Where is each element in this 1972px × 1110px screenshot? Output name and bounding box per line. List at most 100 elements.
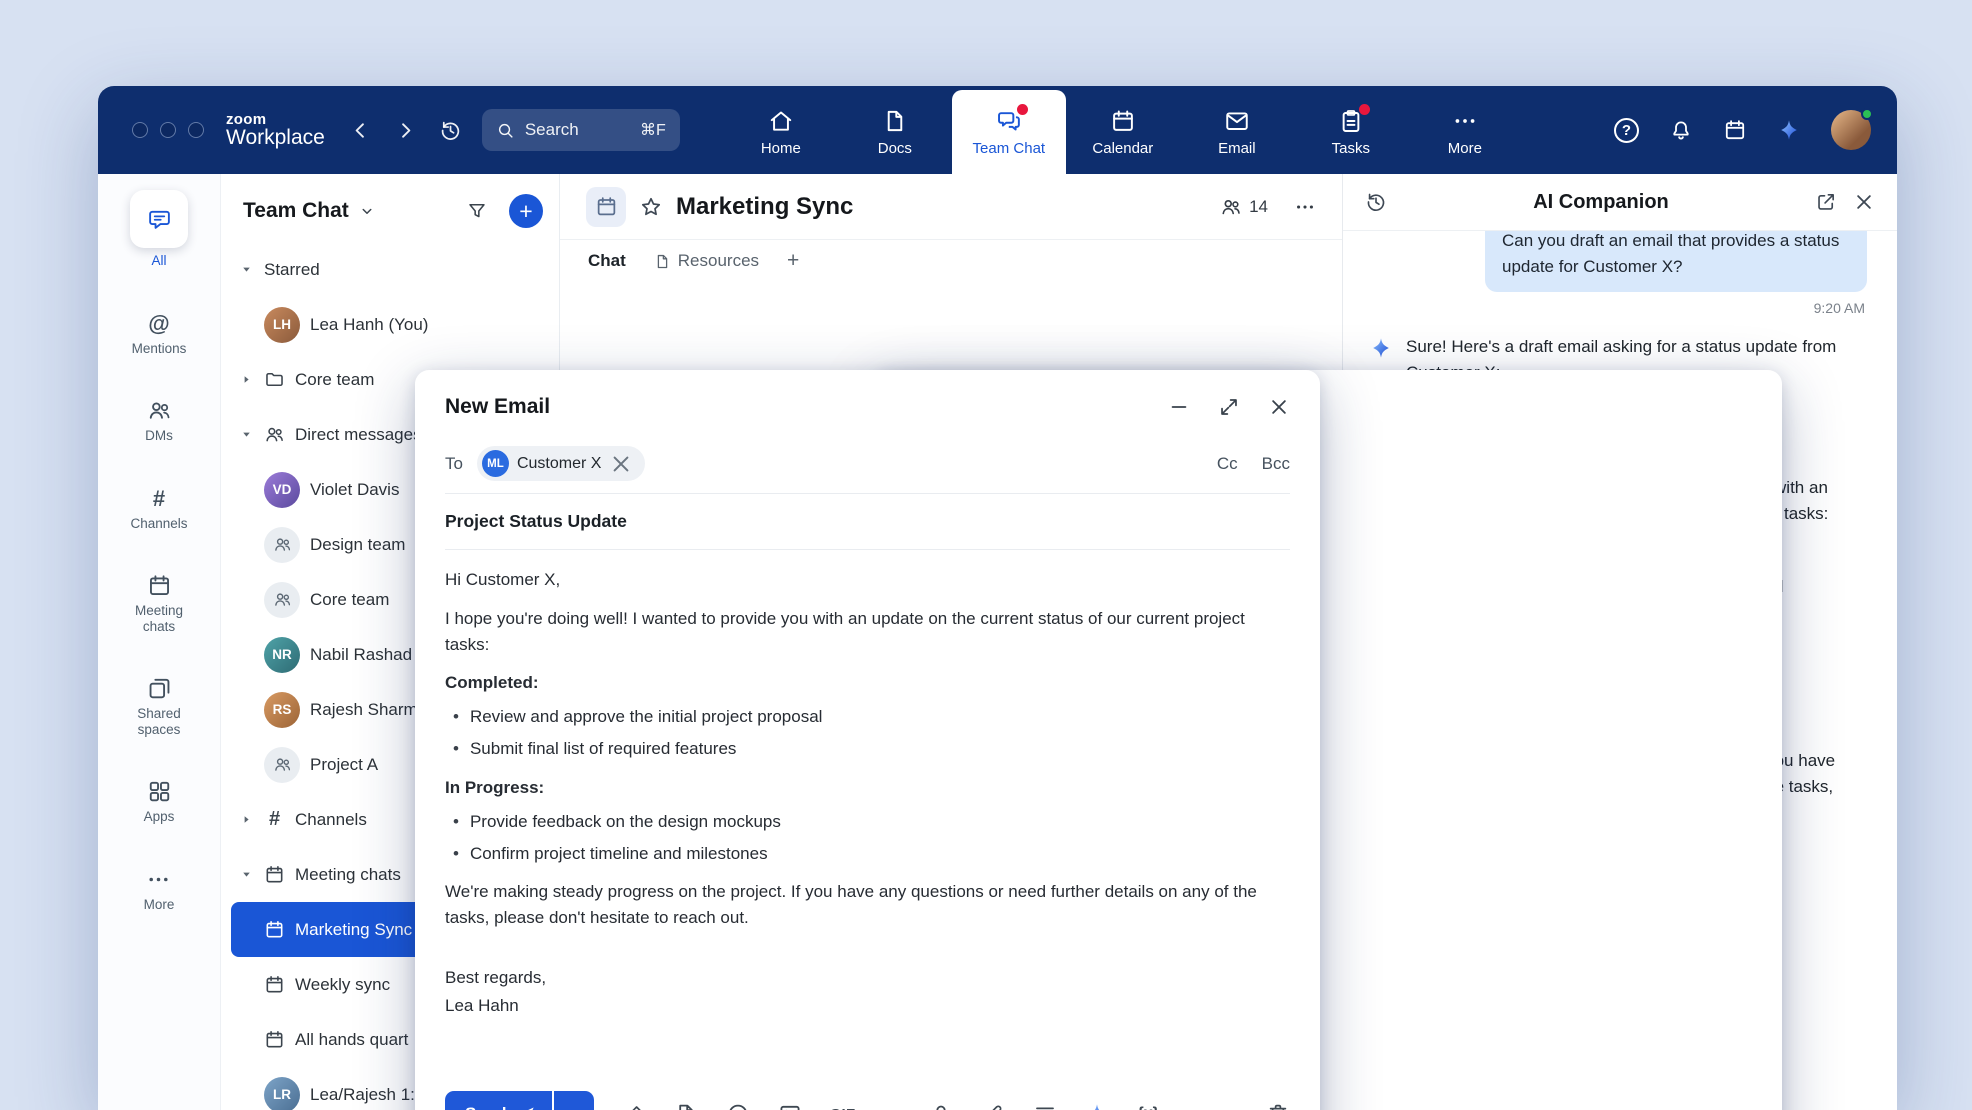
main-nav: Home Docs Team Chat Calendar Email xyxy=(724,86,1522,174)
global-search[interactable]: ⌘F xyxy=(482,109,680,151)
nav-docs[interactable]: Docs xyxy=(838,90,952,174)
nav-email[interactable]: Email xyxy=(1180,90,1294,174)
people-icon xyxy=(264,424,285,445)
back-icon[interactable] xyxy=(349,119,372,142)
rail-channels[interactable]: # Channels xyxy=(130,486,187,532)
emoji-icon[interactable] xyxy=(726,1102,750,1110)
ai-history-icon[interactable] xyxy=(1365,191,1387,213)
attach-file-icon[interactable] xyxy=(674,1102,698,1110)
favorite-star-icon[interactable] xyxy=(639,195,663,219)
tasks-badge xyxy=(1359,104,1370,115)
rail-all[interactable]: All xyxy=(130,190,188,269)
chat-title: Marketing Sync xyxy=(676,193,853,221)
list-item: Confirm project timeline and milestones xyxy=(453,841,1290,867)
rail-mentions[interactable]: @ Mentions xyxy=(132,311,187,357)
compose-tools: GIF {x} xyxy=(622,1102,1211,1110)
encrypt-lock-icon[interactable] xyxy=(929,1102,953,1110)
ai-compose-icon[interactable] xyxy=(1085,1102,1109,1110)
image-icon[interactable] xyxy=(778,1102,802,1110)
tab-chat[interactable]: Chat xyxy=(588,251,626,271)
search-icon xyxy=(496,121,515,140)
rail-apps[interactable]: Apps xyxy=(144,779,175,825)
nav-home[interactable]: Home xyxy=(724,90,838,174)
open-in-window-icon[interactable] xyxy=(1815,191,1837,213)
history-icon[interactable] xyxy=(439,119,462,142)
add-tab-button[interactable]: + xyxy=(787,249,799,273)
window-controls[interactable] xyxy=(132,122,204,138)
send-options-button[interactable] xyxy=(554,1091,594,1110)
meeting-chat-icon xyxy=(264,974,285,995)
rail-dms[interactable]: DMs xyxy=(145,398,173,444)
shared-spaces-icon xyxy=(147,676,172,701)
people-icon xyxy=(1220,196,1242,218)
code-snippet-button[interactable]: {x} xyxy=(1137,1105,1158,1110)
forward-icon[interactable] xyxy=(394,119,417,142)
people-icon xyxy=(273,590,292,609)
recipient-chip[interactable]: ML Customer X xyxy=(477,446,645,481)
rail-meeting-chats[interactable]: Meeting chats xyxy=(123,573,195,634)
caret-down-icon[interactable] xyxy=(239,262,254,277)
trash-icon[interactable] xyxy=(1266,1102,1290,1110)
caret-right-icon[interactable] xyxy=(239,812,254,827)
window-minimize-button[interactable] xyxy=(160,122,176,138)
people-icon xyxy=(273,755,292,774)
minimize-icon[interactable] xyxy=(1168,396,1190,418)
nav-calendar[interactable]: Calendar xyxy=(1066,90,1180,174)
home-icon xyxy=(768,108,794,134)
more-tools-icon[interactable] xyxy=(1187,1102,1211,1110)
close-panel-icon[interactable] xyxy=(1853,191,1875,213)
new-chat-button[interactable]: + xyxy=(509,194,543,228)
filter-icon[interactable] xyxy=(466,200,488,222)
app-window: zoom Workplace ⌘F Home Docs xyxy=(98,86,1897,1110)
nav-team-chat[interactable]: Team Chat xyxy=(952,90,1066,174)
hash-icon: # xyxy=(264,808,285,831)
people-icon xyxy=(273,535,292,554)
sidebar-title[interactable]: Team Chat xyxy=(243,199,349,223)
caret-down-icon[interactable] xyxy=(239,427,254,442)
profile-avatar[interactable] xyxy=(1831,110,1871,150)
close-icon[interactable] xyxy=(1268,396,1290,418)
ai-companion-icon[interactable] xyxy=(1777,118,1801,142)
members-count[interactable]: 14 xyxy=(1220,196,1268,218)
titlebar-right: ? xyxy=(1614,110,1871,150)
subject-field[interactable]: Project Status Update xyxy=(445,494,1290,550)
email-intro: I hope you're doing well! I wanted to pr… xyxy=(445,606,1290,658)
rail-more[interactable]: More xyxy=(144,867,175,913)
signature-icon[interactable] xyxy=(622,1102,646,1110)
email-title: New Email xyxy=(445,395,1168,419)
sidebar-header: Team Chat + xyxy=(221,174,559,242)
sidebar-item-starred[interactable]: Starred xyxy=(231,242,551,297)
cc-button[interactable]: Cc xyxy=(1217,454,1238,474)
sidebar-item-lea-hanh[interactable]: LH Lea Hanh (You) xyxy=(231,297,551,352)
dms-icon xyxy=(147,398,172,423)
format-icon[interactable] xyxy=(1033,1102,1057,1110)
to-field[interactable]: To ML Customer X Cc Bcc xyxy=(445,434,1290,494)
avatar: RS xyxy=(264,692,300,728)
caret-right-icon[interactable] xyxy=(239,372,254,387)
email-body[interactable]: Hi Customer X, I hope you're doing well!… xyxy=(445,552,1290,1077)
rail-more-icon xyxy=(146,867,171,892)
schedule-icon[interactable] xyxy=(1723,118,1747,142)
search-input[interactable] xyxy=(525,120,611,140)
gif-button[interactable]: GIF xyxy=(830,1106,856,1110)
meeting-chat-tile[interactable] xyxy=(586,187,626,227)
chat-tabs: Chat Resources + xyxy=(560,240,1342,282)
at-icon: @ xyxy=(148,311,169,336)
chat-more-icon[interactable] xyxy=(1294,196,1316,218)
email-signoff: Best regards, xyxy=(445,965,1290,991)
help-icon[interactable]: ? xyxy=(1614,118,1639,143)
remove-recipient-icon[interactable] xyxy=(609,452,633,476)
nav-more[interactable]: More xyxy=(1408,90,1522,174)
chevron-down-icon[interactable] xyxy=(358,202,376,220)
edit-pencil-icon[interactable] xyxy=(981,1102,1005,1110)
send-button[interactable]: Send xyxy=(445,1091,552,1110)
notifications-icon[interactable] xyxy=(1669,118,1693,142)
window-close-button[interactable] xyxy=(132,122,148,138)
tab-resources[interactable]: Resources xyxy=(654,251,759,271)
rail-shared-spaces[interactable]: Shared spaces xyxy=(123,676,195,737)
caret-down-icon[interactable] xyxy=(239,867,254,882)
expand-icon[interactable] xyxy=(1218,396,1240,418)
bcc-button[interactable]: Bcc xyxy=(1262,454,1290,474)
window-zoom-button[interactable] xyxy=(188,122,204,138)
nav-tasks[interactable]: Tasks xyxy=(1294,90,1408,174)
